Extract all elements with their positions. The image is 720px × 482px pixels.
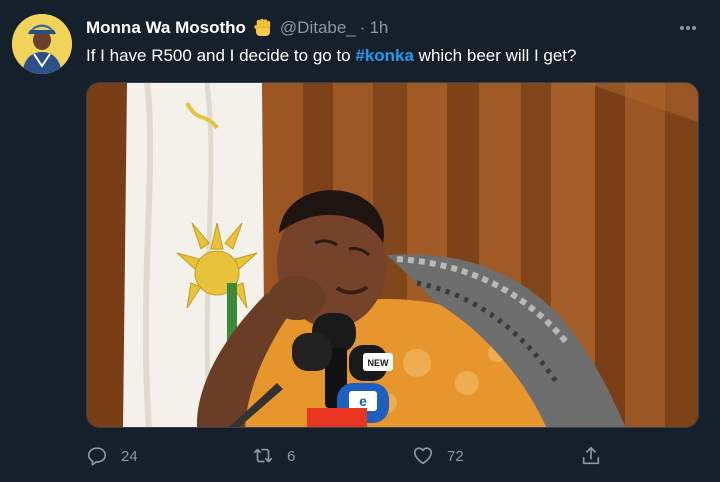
retweet-count: 6	[287, 447, 296, 465]
press-conference-photo: e NEW	[87, 83, 698, 427]
tweet-header: Monna Wa Mosotho @Ditabe_ · 1h	[86, 16, 388, 40]
tweet-text-before: If I have R500 and I decide to go to	[86, 46, 356, 65]
raised-fist-icon	[252, 17, 274, 39]
news-mic-logo: NEW	[368, 358, 390, 368]
share-icon	[582, 446, 600, 465]
ellipsis-icon	[680, 26, 696, 30]
avatar-image	[12, 14, 72, 74]
tweet-media-image[interactable]: e NEW	[86, 82, 699, 428]
tweet-text: If I have R500 and I decide to go to #ko…	[86, 44, 576, 68]
reply-button[interactable]: 24	[86, 440, 138, 472]
reply-icon	[87, 447, 107, 466]
separator-dot: ·	[359, 18, 366, 37]
display-name[interactable]: Monna Wa Mosotho	[86, 18, 246, 38]
heart-icon	[413, 447, 433, 465]
tweet-actions: 24 6 72	[86, 440, 699, 472]
tweet-text-after: which beer will I get?	[413, 46, 577, 65]
retweet-icon	[253, 448, 273, 463]
tweet: Monna Wa Mosotho @Ditabe_ · 1h If I have…	[0, 0, 720, 482]
hashtag-link[interactable]: #konka	[355, 46, 414, 65]
like-count: 72	[447, 447, 464, 465]
share-button[interactable]	[580, 440, 602, 472]
avatar[interactable]	[12, 14, 72, 74]
retweet-button[interactable]: 6	[252, 440, 295, 472]
reply-count: 24	[121, 447, 138, 465]
enca-mic-logo: e	[359, 393, 367, 409]
like-button[interactable]: 72	[412, 440, 464, 472]
more-options-button[interactable]	[675, 18, 701, 38]
timestamp[interactable]: 1h	[369, 18, 388, 38]
handle[interactable]: @Ditabe_	[280, 18, 356, 38]
